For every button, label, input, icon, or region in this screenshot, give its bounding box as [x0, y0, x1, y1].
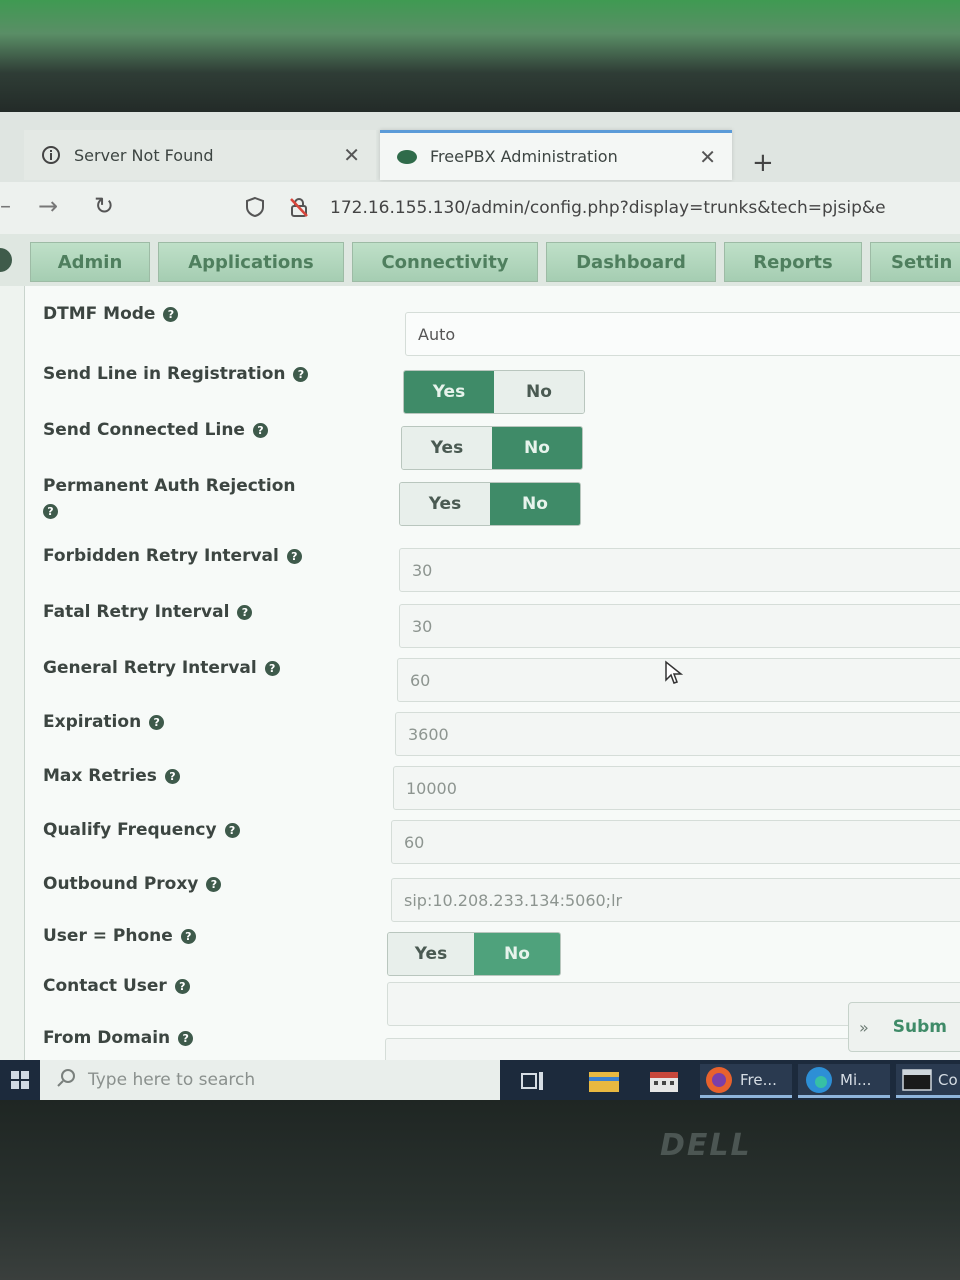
- back-icon[interactable]: –: [0, 194, 11, 219]
- monitor-bezel-top: [0, 0, 960, 112]
- no-option[interactable]: No: [494, 371, 584, 413]
- help-icon[interactable]: ?: [252, 422, 268, 438]
- search-icon: [56, 1068, 76, 1093]
- yes-option[interactable]: Yes: [400, 483, 490, 525]
- qualify-frequency-input[interactable]: 60: [391, 820, 960, 864]
- taskbar-app-label: Co: [938, 1070, 958, 1089]
- terminal-icon: [902, 1068, 932, 1091]
- help-icon[interactable]: ?: [206, 876, 222, 892]
- fatal-retry-interval-label: Fatal Retry Interval?: [43, 602, 253, 622]
- help-icon[interactable]: ?: [149, 714, 165, 730]
- menu-reports[interactable]: Reports: [724, 242, 862, 282]
- expand-chevron-icon[interactable]: »: [859, 1018, 869, 1037]
- from-domain-label: From Domain?: [43, 1028, 194, 1048]
- monitor-bezel-bottom: DELL: [0, 1100, 960, 1280]
- tab-label: FreePBX Administration: [430, 147, 618, 166]
- expiration-input[interactable]: 3600: [395, 712, 960, 756]
- user-phone-toggle: Yes No: [387, 932, 561, 976]
- expiration-label: Expiration?: [43, 712, 165, 732]
- calendar-app-icon[interactable]: [648, 1064, 680, 1098]
- help-icon[interactable]: ?: [163, 306, 179, 322]
- mouse-cursor-icon: [665, 660, 684, 684]
- insecure-lock-icon[interactable]: [288, 196, 310, 223]
- help-icon[interactable]: ?: [180, 928, 196, 944]
- menu-dashboard[interactable]: Dashboard: [546, 242, 716, 282]
- screen: Server Not Found ✕ FreePBX Administratio…: [0, 112, 960, 1100]
- send-connected-line-label: Send Connected Line?: [43, 420, 268, 440]
- url-bar[interactable]: 172.16.155.130/admin/config.php?display=…: [330, 198, 886, 218]
- freepbx-logo-icon: [0, 248, 12, 272]
- help-icon[interactable]: ?: [293, 366, 309, 382]
- taskbar-app-firefox[interactable]: Fre...: [700, 1064, 792, 1098]
- send-connected-line-toggle: Yes No: [401, 426, 583, 470]
- help-icon[interactable]: ?: [43, 504, 58, 519]
- trunk-settings-form: DTMF Mode? Auto Send Line in Registratio…: [24, 286, 960, 1100]
- reload-icon[interactable]: ↻: [94, 192, 114, 220]
- submit-button[interactable]: Subm: [893, 1017, 947, 1037]
- tab-freepbx-administration[interactable]: FreePBX Administration ✕: [380, 130, 732, 180]
- windows-start-icon[interactable]: [0, 1060, 40, 1100]
- fatal-retry-interval-input[interactable]: 30: [399, 604, 960, 648]
- shield-icon[interactable]: [244, 196, 266, 223]
- help-icon[interactable]: ?: [237, 604, 253, 620]
- no-option[interactable]: No: [492, 427, 582, 469]
- forbidden-retry-interval-input[interactable]: 30: [399, 548, 960, 592]
- windows-taskbar: Type here to search Fre... Mi... Co: [0, 1060, 960, 1100]
- close-icon[interactable]: ✕: [343, 143, 360, 167]
- dtmf-mode-select[interactable]: Auto: [405, 312, 960, 356]
- outbound-proxy-label: Outbound Proxy?: [43, 874, 222, 894]
- tab-label: Server Not Found: [74, 145, 214, 165]
- yes-option[interactable]: Yes: [404, 371, 494, 413]
- menu-applications[interactable]: Applications: [158, 242, 344, 282]
- menu-admin[interactable]: Admin: [30, 242, 150, 282]
- help-icon[interactable]: ?: [264, 660, 280, 676]
- help-icon[interactable]: ?: [224, 822, 240, 838]
- max-retries-label: Max Retries?: [43, 766, 180, 786]
- yes-option[interactable]: Yes: [402, 427, 492, 469]
- task-view-icon[interactable]: [520, 1064, 546, 1098]
- user-phone-label: User = Phone?: [43, 926, 196, 946]
- help-icon[interactable]: ?: [174, 978, 190, 994]
- menu-connectivity[interactable]: Connectivity: [352, 242, 538, 282]
- edge-icon: [806, 1066, 832, 1093]
- outbound-proxy-input[interactable]: sip:10.208.233.134:5060;lr: [391, 878, 960, 922]
- floating-action-bar: » Subm: [848, 1002, 960, 1052]
- no-option[interactable]: No: [474, 933, 560, 975]
- send-line-in-registration-label: Send Line in Registration?: [43, 364, 309, 384]
- help-icon[interactable]: ?: [178, 1030, 194, 1046]
- search-placeholder: Type here to search: [88, 1070, 256, 1090]
- info-icon: [40, 144, 62, 166]
- send-line-in-registration-toggle: Yes No: [403, 370, 585, 414]
- module-menu-bar: Admin Applications Connectivity Dashboar…: [0, 234, 960, 286]
- general-retry-interval-label: General Retry Interval?: [43, 658, 280, 678]
- menu-settings[interactable]: Settin: [870, 242, 960, 282]
- taskbar-search-box[interactable]: Type here to search: [40, 1060, 500, 1100]
- forbidden-retry-interval-label: Forbidden Retry Interval?: [43, 546, 302, 566]
- taskbar-app-label: Mi...: [840, 1070, 872, 1089]
- taskbar-app-label: Fre...: [740, 1070, 777, 1089]
- permanent-auth-rejection-toggle: Yes No: [399, 482, 581, 526]
- firefox-icon: [706, 1066, 732, 1093]
- close-icon[interactable]: ✕: [699, 145, 716, 169]
- file-explorer-icon[interactable]: [588, 1064, 620, 1098]
- yes-option[interactable]: Yes: [388, 933, 474, 975]
- contact-user-label: Contact User?: [43, 976, 190, 996]
- browser-nav-bar: – → ↻ 172.16.155.130/admin/config.php?di…: [0, 182, 960, 234]
- freepbx-icon: [396, 146, 418, 168]
- help-icon[interactable]: ?: [164, 768, 180, 784]
- tab-server-not-found[interactable]: Server Not Found ✕: [24, 130, 376, 180]
- help-icon[interactable]: ?: [286, 548, 302, 564]
- qualify-frequency-label: Qualify Frequency?: [43, 820, 240, 840]
- new-tab-button[interactable]: +: [752, 148, 774, 178]
- no-option[interactable]: No: [490, 483, 580, 525]
- forward-arrow-icon[interactable]: →: [38, 192, 58, 220]
- taskbar-app-console[interactable]: Co: [896, 1064, 960, 1098]
- dtmf-mode-label: DTMF Mode?: [43, 304, 179, 324]
- taskbar-app-edge[interactable]: Mi...: [798, 1064, 890, 1098]
- max-retries-input[interactable]: 10000: [393, 766, 960, 810]
- permanent-auth-rejection-label: Permanent Auth Rejection?: [43, 476, 296, 519]
- browser-tab-bar: Server Not Found ✕ FreePBX Administratio…: [0, 112, 960, 182]
- dell-logo: DELL: [660, 1128, 752, 1163]
